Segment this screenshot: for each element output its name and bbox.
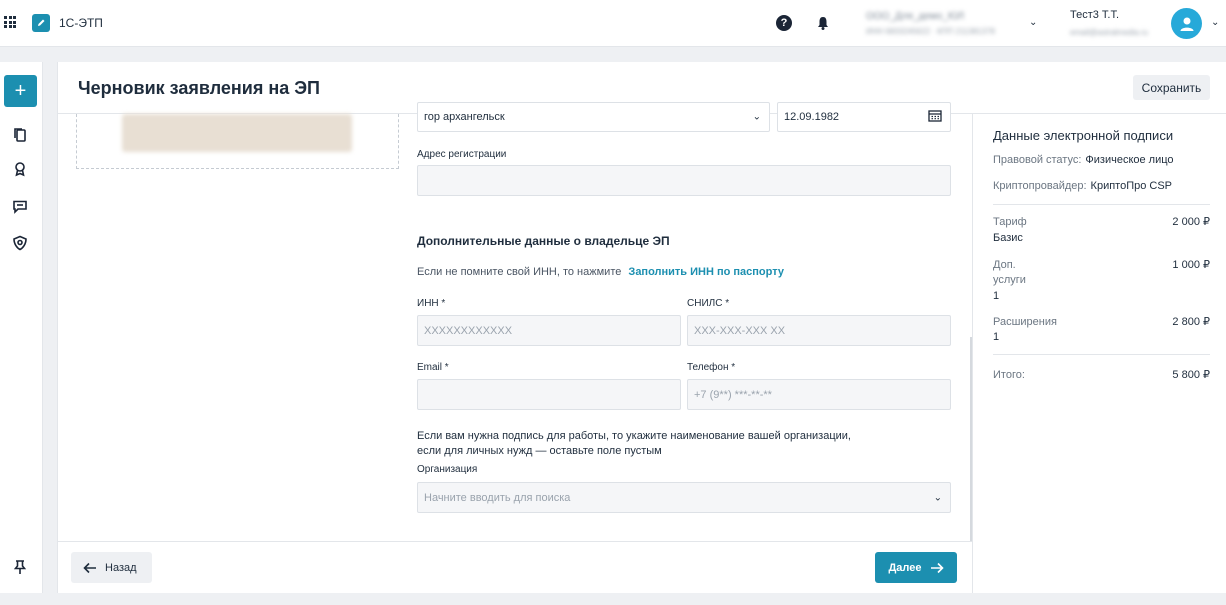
- back-label: Назад: [105, 561, 137, 574]
- passport-scan-preview: [122, 114, 352, 152]
- top-bar: 1С-ЭТП ? ООО_Для_демо_ЮЛ ИНН 6833245622 …: [0, 0, 1226, 47]
- extensions-count: 1: [993, 331, 1000, 343]
- legal-status-row: Правовой статус: Физическое лицо: [993, 154, 1174, 166]
- inn-label: ИНН *: [417, 298, 446, 309]
- tariff-price: 2 000 ₽: [1172, 216, 1210, 228]
- extra-services-label-1: Доп.: [993, 259, 1016, 271]
- chevron-down-icon[interactable]: ⌄: [1211, 17, 1219, 28]
- user-name: Тест3 Т.Т.: [1070, 9, 1120, 21]
- extra-services-price: 1 000 ₽: [1172, 259, 1210, 271]
- total-price: 5 800 ₽: [1172, 369, 1210, 381]
- calendar-icon[interactable]: [928, 109, 942, 125]
- inn-hint: Если не помните свой ИНН, то нажмите Зап…: [417, 266, 784, 278]
- inn-field[interactable]: XXXXXXXXXXXX: [417, 315, 681, 346]
- page-title: Черновик заявления на ЭП: [78, 78, 320, 98]
- phone-label: Телефон *: [687, 362, 736, 373]
- legal-status-value: Физическое лицо: [1085, 154, 1174, 166]
- total-divider: [993, 354, 1210, 355]
- extensions-price: 2 800 ₽: [1172, 316, 1210, 328]
- organization-placeholder: Начните вводить для поиска: [424, 491, 571, 504]
- birth-date-field[interactable]: 12.09.1982: [777, 102, 951, 132]
- legal-status-label: Правовой статус:: [993, 154, 1082, 166]
- arrow-right-icon: [930, 562, 944, 573]
- chevron-down-icon: ⌄: [752, 111, 761, 123]
- apps-grid-icon[interactable]: [4, 16, 16, 28]
- plus-icon[interactable]: +: [4, 75, 37, 107]
- passport-photo-dropzone[interactable]: [76, 114, 399, 169]
- total-label: Итого:: [993, 369, 1025, 381]
- documents-icon[interactable]: [12, 127, 28, 143]
- user-info[interactable]: Тест3 Т.Т. email@astralmedia.ru: [1070, 9, 1170, 37]
- award-icon[interactable]: [12, 161, 28, 177]
- crypto-label: Криптопровайдер:: [993, 180, 1087, 192]
- snils-field[interactable]: XXX-XXX-XXX XX: [687, 315, 951, 346]
- save-button[interactable]: Сохранить: [1133, 75, 1210, 100]
- fill-inn-link[interactable]: Заполнить ИНН по паспорту: [628, 266, 784, 278]
- app-name[interactable]: 1С-ЭТП: [59, 16, 103, 30]
- city-value: гор архангельск: [424, 111, 505, 123]
- organization-hint-line-1: Если вам нужна подпись для работы, то ук…: [417, 430, 851, 442]
- tariff-label: Тариф: [993, 216, 1027, 228]
- crypto-row: Криптопровайдер: КриптоПро CSP: [993, 180, 1172, 192]
- next-button[interactable]: Далее: [875, 552, 957, 583]
- inn-hint-text: Если не помните свой ИНН, то нажмите: [417, 266, 622, 278]
- phone-field[interactable]: +7 (9**) ***-**-**: [687, 379, 951, 410]
- organization-label: Организация: [417, 464, 478, 475]
- pin-icon[interactable]: [12, 559, 28, 575]
- organization-select[interactable]: Начните вводить для поиска ⌄: [417, 482, 951, 513]
- user-icon: [1180, 17, 1193, 31]
- address-label: Адрес регистрации: [417, 149, 507, 160]
- bell-icon[interactable]: [815, 15, 831, 31]
- arrow-left-icon: [83, 562, 96, 573]
- footer-divider: [58, 541, 972, 542]
- snils-label: СНИЛС *: [687, 298, 730, 309]
- back-button[interactable]: Назад: [71, 552, 152, 583]
- organization-hint-line-2: если для личных нужд — оставьте поле пус…: [417, 445, 662, 457]
- pen-icon[interactable]: [32, 14, 50, 32]
- chat-icon[interactable]: [12, 198, 28, 214]
- crypto-value: КриптоПро CSP: [1090, 180, 1173, 192]
- main-card: Черновик заявления на ЭП Сохранить гор а…: [57, 62, 1226, 593]
- tariff-name: Базис: [993, 232, 1023, 244]
- shield-icon[interactable]: [12, 235, 28, 251]
- city-select[interactable]: гор архангельск ⌄: [417, 102, 770, 132]
- org-details: ИНН 6833245622 · КПП 211381378: [866, 27, 995, 36]
- summary-title: Данные электронной подписи: [993, 128, 1174, 143]
- extensions-label: Расширения: [993, 316, 1057, 328]
- summary-divider: [993, 204, 1210, 205]
- organization-switcher[interactable]: ООО_Для_демо_ЮЛ ИНН 6833245622 · КПП 211…: [866, 11, 1026, 36]
- birth-date-value: 12.09.1982: [784, 111, 840, 123]
- chevron-down-icon[interactable]: ⌄: [1029, 17, 1037, 28]
- extra-section-title: Дополнительные данные о владельце ЭП: [417, 234, 670, 248]
- extra-services-label-2: услуги: [993, 274, 1026, 286]
- chevron-down-icon: ⌄: [933, 492, 942, 503]
- column-divider: [972, 114, 973, 593]
- extra-services-count: 1: [993, 290, 1000, 302]
- user-email: email@astralmedia.ru: [1070, 28, 1148, 37]
- org-name: ООО_Для_демо_ЮЛ: [866, 11, 965, 22]
- email-field[interactable]: [417, 379, 681, 410]
- scrollbar[interactable]: [970, 337, 972, 541]
- side-rail: +: [0, 62, 43, 593]
- email-label: Email *: [417, 362, 449, 373]
- address-field[interactable]: [417, 165, 951, 196]
- next-label: Далее: [888, 561, 922, 574]
- help-icon[interactable]: ?: [776, 15, 792, 31]
- avatar[interactable]: [1171, 8, 1202, 39]
